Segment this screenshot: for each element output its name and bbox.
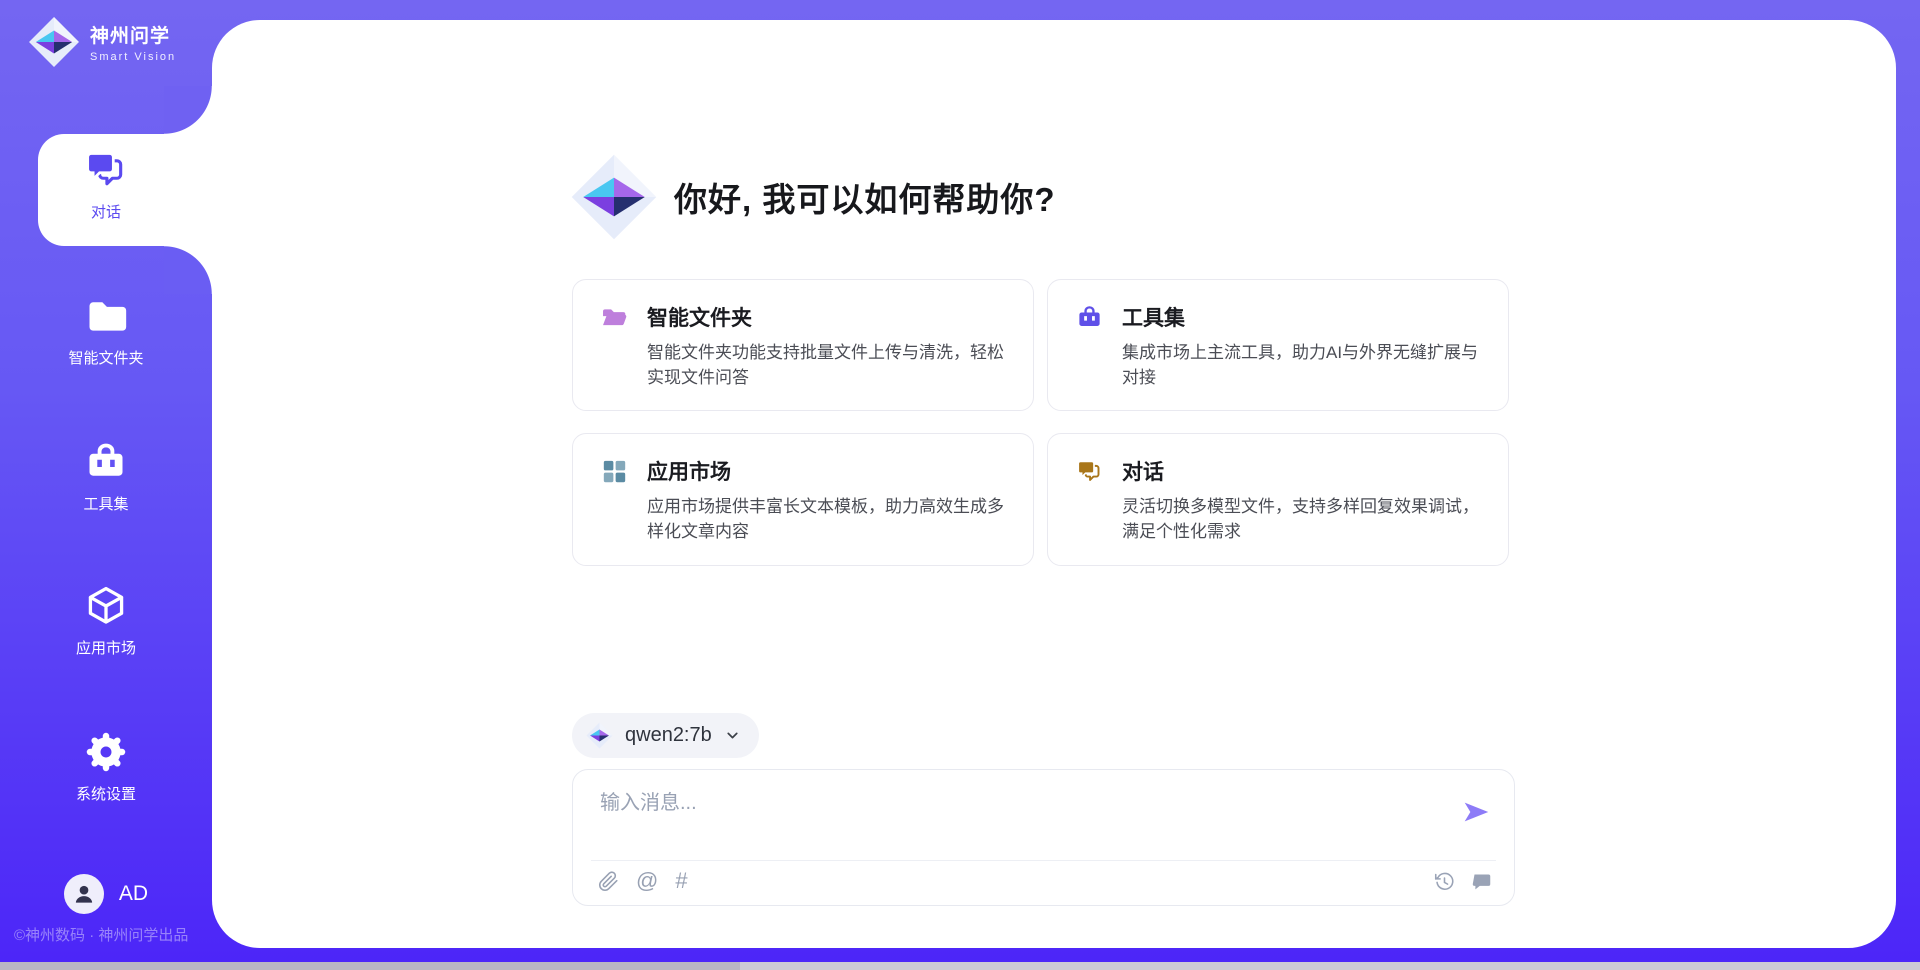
sidebar-item-toolkit[interactable]: 工具集 xyxy=(0,440,212,514)
cube-icon xyxy=(84,584,128,628)
tab-fillet-bottom xyxy=(164,246,212,294)
card-description: 集成市场上主流工具，助力AI与外界无缝扩展与对接 xyxy=(1122,341,1480,390)
greeting-title: 你好, 我可以如何帮助你? xyxy=(674,173,1056,221)
brand-diamond-icon xyxy=(28,16,80,68)
tab-fillet-top xyxy=(164,86,212,134)
sidebar-item-settings[interactable]: 系统设置 xyxy=(0,730,212,804)
hero-diamond-icon xyxy=(570,153,658,241)
sidebar-item-label: 对话 xyxy=(0,201,212,222)
card-toolkit[interactable]: 工具集 集成市场上主流工具，助力AI与外界无缝扩展与对接 xyxy=(1047,279,1509,411)
sidebar-item-smart-folder[interactable]: 智能文件夹 xyxy=(0,294,212,368)
scrollbar-thumb[interactable] xyxy=(0,962,740,970)
card-description: 应用市场提供丰富长文本模板，助力高效生成多样化文章内容 xyxy=(647,495,1005,544)
card-header: 工具集 xyxy=(1076,302,1480,332)
model-name: qwen2:7b xyxy=(625,724,712,747)
paperclip-icon[interactable] xyxy=(598,871,619,892)
main-panel: 你好, 我可以如何帮助你? 智能文件夹 智能文件夹功能支持批量文件上传与清洗，轻… xyxy=(212,20,1896,948)
card-header: 应用市场 xyxy=(601,456,1005,486)
horizontal-scrollbar xyxy=(0,962,1920,970)
chat-icon xyxy=(84,148,128,192)
card-description: 灵活切换多模型文件，支持多样回复效果调试，满足个性化需求 xyxy=(1122,495,1480,544)
card-app-market[interactable]: 应用市场 应用市场提供丰富长文本模板，助力高效生成多样化文章内容 xyxy=(572,433,1034,565)
folder-open-icon xyxy=(601,304,628,331)
message-input[interactable] xyxy=(600,786,1450,844)
card-title: 对话 xyxy=(1122,456,1164,486)
folder-icon xyxy=(84,294,128,338)
card-header: 智能文件夹 xyxy=(601,302,1005,332)
composer-tools-right xyxy=(1434,871,1492,892)
card-smart-folder[interactable]: 智能文件夹 智能文件夹功能支持批量文件上传与清洗，轻松实现文件问答 xyxy=(572,279,1034,411)
person-icon xyxy=(71,881,97,907)
grid-icon xyxy=(601,458,628,485)
sidebar-item-label: 工具集 xyxy=(0,493,212,514)
message-composer: @ # xyxy=(572,769,1515,906)
composer-divider xyxy=(591,860,1496,861)
chat-bubble-icon[interactable] xyxy=(1471,871,1492,892)
greeting-block: 你好, 我可以如何帮助你? xyxy=(570,153,1056,241)
chat-icon xyxy=(1076,458,1103,485)
app-logo: 神州问学 Smart Vision xyxy=(28,16,176,68)
brand-subtitle: Smart Vision xyxy=(90,51,176,63)
brand-name: 神州问学 xyxy=(90,21,176,48)
chevron-down-icon xyxy=(724,727,741,744)
history-icon[interactable] xyxy=(1434,871,1455,892)
briefcase-icon xyxy=(84,440,128,484)
user-name: AD xyxy=(119,882,148,906)
sidebar-item-label: 应用市场 xyxy=(0,637,212,658)
send-icon xyxy=(1460,796,1492,828)
mention-icon[interactable]: @ xyxy=(636,870,658,892)
hash-icon[interactable]: # xyxy=(675,870,687,892)
feature-cards: 智能文件夹 智能文件夹功能支持批量文件上传与清洗，轻松实现文件问答 工具集 集成… xyxy=(572,279,1509,566)
briefcase-icon xyxy=(1076,304,1103,331)
model-selector[interactable]: qwen2:7b xyxy=(572,713,759,758)
composer-tools-left: @ # xyxy=(598,870,688,892)
brand-text: 神州问学 Smart Vision xyxy=(90,21,176,63)
sidebar-item-chat[interactable]: 对话 xyxy=(0,148,212,222)
card-chat[interactable]: 对话 灵活切换多模型文件，支持多样回复效果调试，满足个性化需求 xyxy=(1047,433,1509,565)
copyright-text: ©神州数码 · 神州问学出品 xyxy=(14,924,188,945)
sidebar-item-app-market[interactable]: 应用市场 xyxy=(0,584,212,658)
card-title: 应用市场 xyxy=(647,456,731,486)
sidebar-item-label: 智能文件夹 xyxy=(0,347,212,368)
user-profile[interactable]: AD xyxy=(0,874,212,914)
card-title: 智能文件夹 xyxy=(647,302,752,332)
gear-icon xyxy=(84,730,128,774)
model-diamond-icon xyxy=(586,722,613,749)
sidebar-item-label: 系统设置 xyxy=(0,783,212,804)
avatar xyxy=(64,874,104,914)
card-header: 对话 xyxy=(1076,456,1480,486)
send-button[interactable] xyxy=(1460,796,1492,828)
card-description: 智能文件夹功能支持批量文件上传与清洗，轻松实现文件问答 xyxy=(647,341,1005,390)
card-title: 工具集 xyxy=(1122,302,1185,332)
